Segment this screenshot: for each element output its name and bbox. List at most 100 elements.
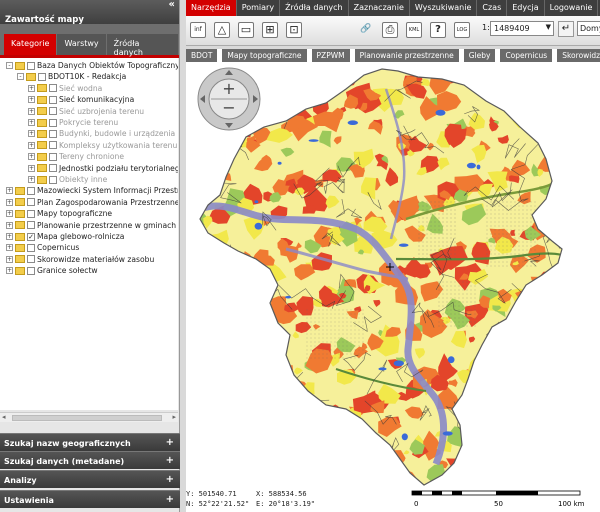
link-icon[interactable]: 🔗	[358, 22, 374, 38]
layer-checkbox[interactable]	[27, 221, 35, 230]
menu-narzedzia[interactable]: Narzędzia	[186, 0, 237, 16]
layer-checkbox[interactable]	[49, 129, 57, 138]
tree-item[interactable]: + Skorowidze materiałów zasobu	[6, 254, 154, 265]
tree-item[interactable]: + Jednostki podziału terytorialnego	[28, 163, 178, 174]
layer-button-pzpwm[interactable]: PZPWM	[311, 49, 350, 62]
accordion-ustawienia[interactable]: Ustawienia +	[0, 490, 180, 508]
print-icon[interactable]: ⎙	[382, 22, 398, 38]
tree-horizontal-scrollbar[interactable]: ◂ ▸	[0, 412, 178, 422]
expand-node-icon[interactable]: +	[28, 119, 35, 126]
tab-warstwy[interactable]: Warstwy	[57, 34, 106, 55]
zoom-in-icon[interactable]: +	[222, 79, 235, 98]
menu-edycja[interactable]: Edycja	[507, 0, 545, 16]
expand-node-icon[interactable]: +	[28, 84, 35, 92]
layer-checkbox[interactable]	[27, 198, 35, 207]
tree-item[interactable]: - BDOT10K - Redakcja	[17, 71, 126, 82]
default-view-select[interactable]: Domyślna	[577, 21, 600, 36]
accordion-analizy[interactable]: Analizy +	[0, 470, 180, 488]
expand-node-icon[interactable]: +	[6, 187, 13, 195]
layer-checkbox[interactable]	[27, 266, 35, 275]
expand-node-icon[interactable]: +	[28, 96, 35, 104]
tree-item[interactable]: + Mazowiecki System Informacji Przestrzen…	[6, 185, 178, 196]
layer-checkbox[interactable]: ✓	[27, 232, 35, 241]
layer-checkbox[interactable]	[49, 95, 57, 104]
expand-node-icon[interactable]: +	[28, 153, 35, 161]
expand-node-icon[interactable]: +	[28, 107, 35, 115]
scroll-left-icon[interactable]: ◂	[2, 413, 6, 421]
tree-item[interactable]: + Obiekty inne	[28, 174, 107, 185]
tree-item[interactable]: + Copernicus	[6, 242, 79, 253]
menu-zaznaczanie[interactable]: Zaznaczanie	[349, 0, 410, 16]
layer-checkbox[interactable]	[49, 175, 57, 184]
layer-checkbox[interactable]	[38, 72, 46, 81]
accordion-szukaj-nazw[interactable]: Szukaj nazw geograficznych +	[0, 433, 180, 451]
expand-node-icon[interactable]: +	[28, 176, 35, 183]
info-icon[interactable]: inf	[190, 22, 206, 38]
help-icon[interactable]: ?	[430, 22, 446, 38]
layer-checkbox[interactable]	[27, 209, 35, 218]
zoom-out-icon[interactable]: −	[222, 98, 235, 117]
expand-node-icon[interactable]: +	[6, 210, 13, 218]
collapse-node-icon[interactable]: -	[17, 73, 24, 81]
accordion-szukaj-danych[interactable]: Szukaj danych (metadane) +	[0, 451, 180, 469]
tree-item[interactable]: + Tereny chronione	[28, 151, 124, 162]
scrollbar-thumb[interactable]	[12, 415, 162, 421]
scroll-right-icon[interactable]: ▸	[172, 413, 176, 421]
scale-select[interactable]: 1489409 ▼	[490, 21, 554, 36]
layer-button-skorowidze[interactable]: Skorowidze	[557, 49, 600, 62]
measure-triangle-icon[interactable]: △	[214, 22, 230, 38]
layer-checkbox[interactable]	[49, 152, 57, 161]
layer-button-mapy-topograficzne[interactable]: Mapy topograficzne	[222, 49, 307, 62]
menu-czas[interactable]: Czas	[477, 0, 508, 16]
layer-checkbox[interactable]	[27, 243, 35, 252]
tree-item[interactable]: + Plan Zagospodarowania Przestrzennego	[6, 197, 178, 208]
tree-item[interactable]: + Pokrycie terenu	[28, 117, 118, 128]
layer-checkbox[interactable]	[49, 84, 57, 93]
tree-item[interactable]: + Sieć uzbrojenia terenu	[28, 106, 144, 117]
layer-checkbox[interactable]	[49, 107, 57, 116]
expand-node-icon[interactable]: +	[6, 221, 13, 229]
layer-checkbox[interactable]	[49, 118, 57, 127]
menu-zrodla-danych[interactable]: Źródła danych	[280, 0, 349, 16]
tab-zrodla-danych[interactable]: Źródła danych	[106, 34, 178, 57]
layer-button-copernicus[interactable]: Copernicus	[500, 49, 553, 62]
collapse-node-icon[interactable]: -	[6, 62, 13, 69]
menu-logowanie[interactable]: Logowanie	[545, 0, 599, 16]
expand-node-icon[interactable]: +	[28, 130, 35, 138]
layer-checkbox[interactable]	[49, 164, 57, 173]
layer-checkbox[interactable]	[27, 186, 35, 195]
tree-item[interactable]: + Mapy topograficzne	[6, 208, 112, 219]
apply-scale-button[interactable]: ↵	[558, 21, 574, 37]
menu-wyszukiwanie[interactable]: Wyszukiwanie	[410, 0, 478, 16]
zoom-window-icon[interactable]: ⊡	[286, 22, 302, 38]
layer-checkbox[interactable]	[27, 61, 35, 70]
expand-node-icon[interactable]: +	[28, 141, 35, 149]
tree-item[interactable]: + Granice sołectw	[6, 265, 98, 276]
expand-node-icon[interactable]: +	[6, 198, 13, 206]
tree-item[interactable]: + ✓ Mapa glebowo-rolnicza	[6, 231, 124, 242]
layer-checkbox[interactable]	[49, 141, 57, 150]
tree-item[interactable]: + Kompleksy użytkowania terenu	[28, 140, 177, 151]
folder-icon	[15, 232, 25, 241]
expand-node-icon[interactable]: +	[6, 255, 13, 263]
tree-item[interactable]: + Planowanie przestrzenne w gminach	[6, 220, 176, 231]
menu-pomiary[interactable]: Pomiary	[237, 0, 281, 16]
layer-checkbox[interactable]	[27, 255, 35, 264]
tree-item[interactable]: + Sieć komunikacyjna	[28, 94, 134, 105]
tree-item[interactable]: - Baza Danych Obiektów Topograficznych	[6, 60, 178, 71]
collapse-panel-icon[interactable]: «	[169, 0, 175, 10]
expand-node-icon[interactable]: +	[6, 267, 13, 275]
tree-item[interactable]: + Sieć wodna	[28, 83, 102, 94]
kml-icon[interactable]: KML	[406, 22, 422, 38]
tree-item[interactable]: + Budynki, budowle i urządzenia	[28, 128, 175, 139]
add-layer-icon[interactable]: ⊞	[262, 22, 278, 38]
log-icon[interactable]: LOG	[454, 22, 470, 38]
expand-node-icon[interactable]: +	[6, 244, 13, 252]
expand-node-icon[interactable]: +	[28, 164, 35, 172]
tab-kategorie[interactable]: Kategorie	[4, 34, 57, 55]
copy-map-icon[interactable]: ▭	[238, 22, 254, 38]
layer-button-planowanie[interactable]: Planowanie przestrzenne	[354, 49, 459, 62]
expand-node-icon[interactable]: +	[6, 233, 13, 240]
layer-button-gleby[interactable]: Gleby	[463, 49, 496, 62]
layer-button-bdot[interactable]: BDOT	[186, 49, 218, 62]
